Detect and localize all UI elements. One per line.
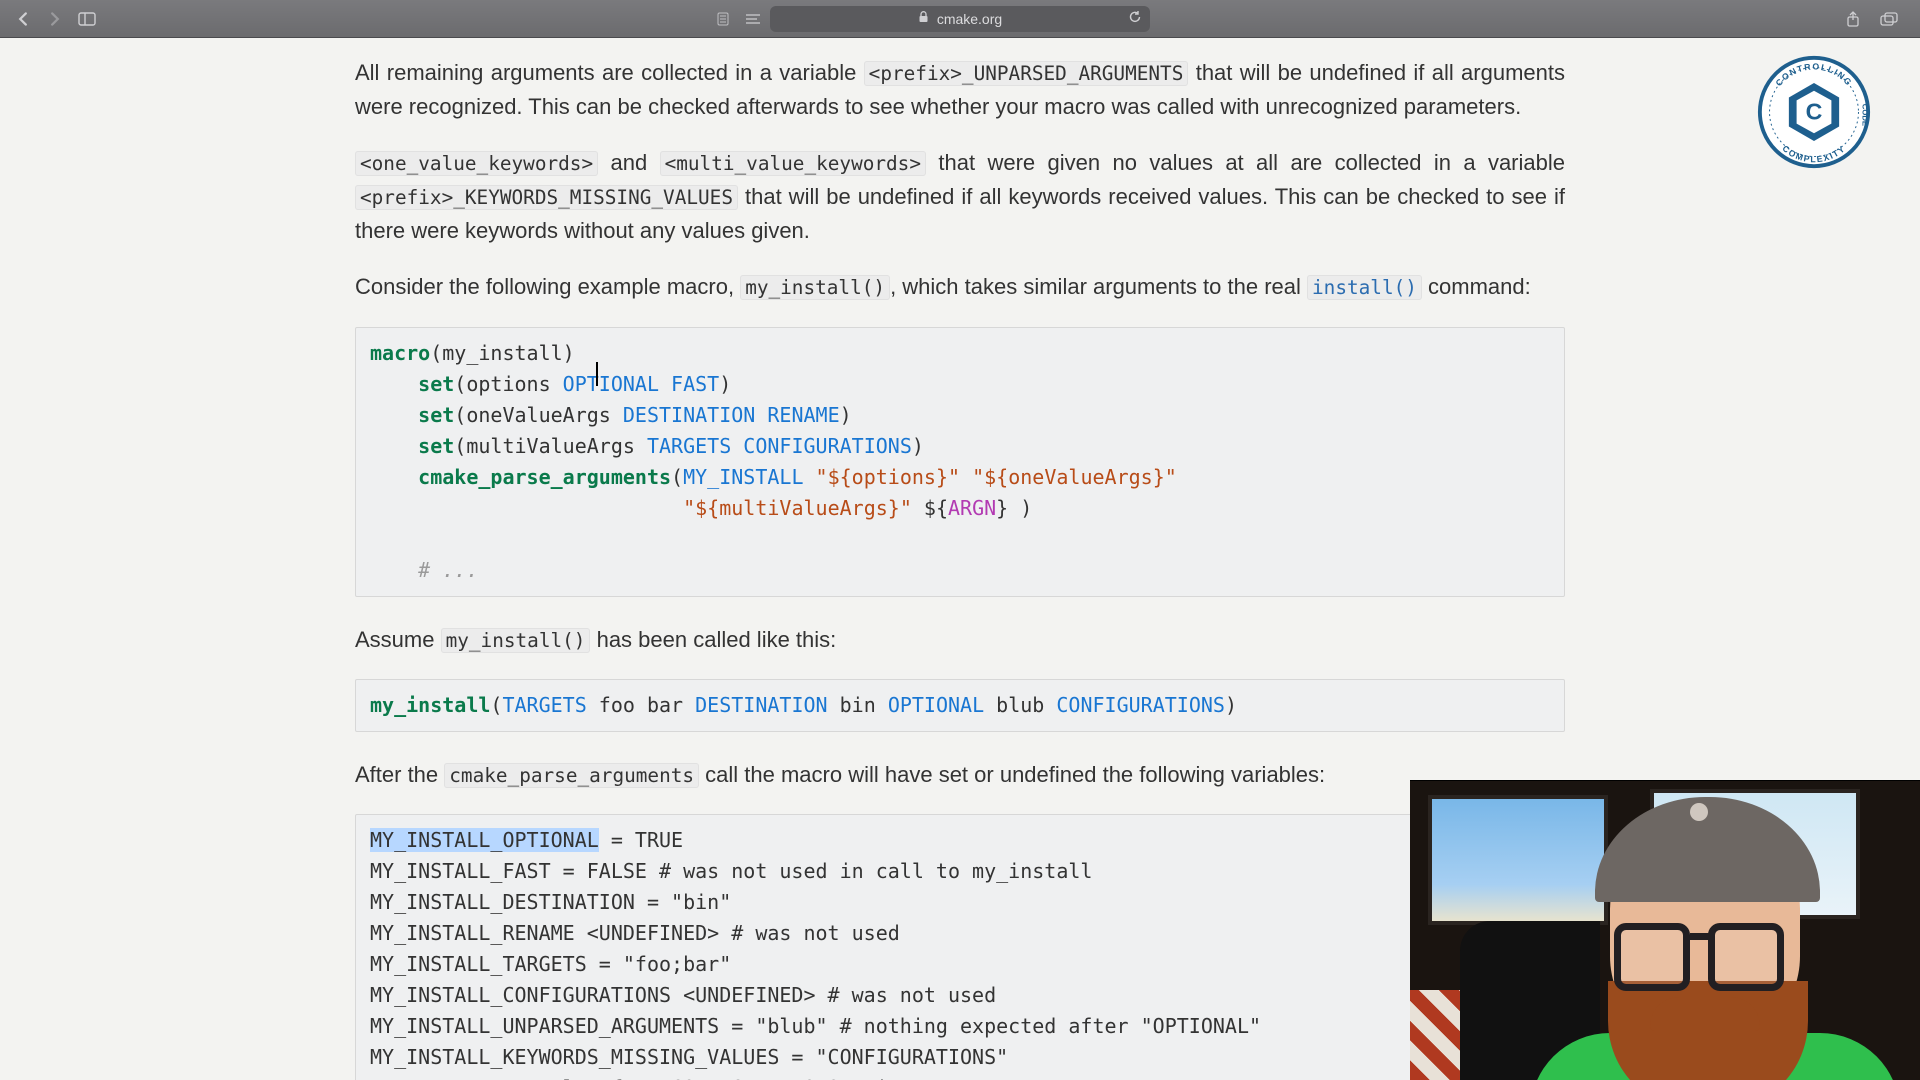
code-cpa: cmake_parse_arguments bbox=[444, 763, 699, 788]
code-myinstall2: my_install() bbox=[441, 628, 591, 653]
sidebar-button[interactable] bbox=[74, 6, 100, 32]
text-caret bbox=[596, 362, 598, 386]
code-block-result: MY_INSTALL_OPTIONAL = TRUE MY_INSTALL_FA… bbox=[355, 814, 1565, 1080]
paragraph-missing: <one_value_keywords> and <multi_value_ke… bbox=[355, 146, 1565, 248]
paragraph-example-intro: Consider the following example macro, my… bbox=[355, 270, 1565, 304]
page: C CONTROLLING COMPLEXITY CODE All remain… bbox=[0, 38, 1920, 1080]
code-block-call: my_install(TARGETS foo bar DESTINATION b… bbox=[355, 679, 1565, 732]
svg-text:C: C bbox=[1806, 99, 1823, 125]
code-block-macro: macro(my_install) set(options OPTIONAL F… bbox=[355, 327, 1565, 597]
doc-content: All remaining arguments are collected in… bbox=[355, 38, 1565, 1080]
code-multi-value: <multi_value_keywords> bbox=[660, 151, 926, 176]
svg-text:CODE: CODE bbox=[1860, 104, 1869, 126]
reader-button[interactable] bbox=[710, 6, 736, 32]
reload-button[interactable] bbox=[1128, 10, 1142, 27]
paragraph-unparsed: All remaining arguments are collected in… bbox=[355, 56, 1565, 124]
address-bar[interactable]: cmake.org bbox=[770, 6, 1150, 32]
code-missing-values: <prefix>_KEYWORDS_MISSING_VALUES bbox=[355, 185, 738, 210]
channel-badge: C CONTROLLING COMPLEXITY CODE bbox=[1756, 54, 1872, 170]
paragraph-assume: Assume my_install() has been called like… bbox=[355, 623, 1565, 657]
code-unparsed-args: <prefix>_UNPARSED_ARGUMENTS bbox=[864, 61, 1189, 86]
format-button[interactable] bbox=[740, 6, 766, 32]
lock-icon bbox=[918, 11, 929, 26]
code-one-value: <one_value_keywords> bbox=[355, 151, 598, 176]
back-button[interactable] bbox=[10, 6, 36, 32]
tabs-button[interactable] bbox=[1876, 6, 1902, 32]
browser-toolbar: cmake.org bbox=[0, 0, 1920, 38]
forward-button[interactable] bbox=[42, 6, 68, 32]
code-myinstall: my_install() bbox=[740, 275, 890, 300]
url-text: cmake.org bbox=[937, 11, 1002, 27]
share-button[interactable] bbox=[1840, 6, 1866, 32]
webcam-overlay bbox=[1410, 780, 1920, 1080]
paragraph-after: After the cmake_parse_arguments call the… bbox=[355, 758, 1565, 792]
presenter bbox=[1490, 801, 1910, 1080]
link-install[interactable]: install() bbox=[1307, 274, 1422, 299]
selected-text: MY_INSTALL_OPTIONAL bbox=[370, 828, 599, 852]
